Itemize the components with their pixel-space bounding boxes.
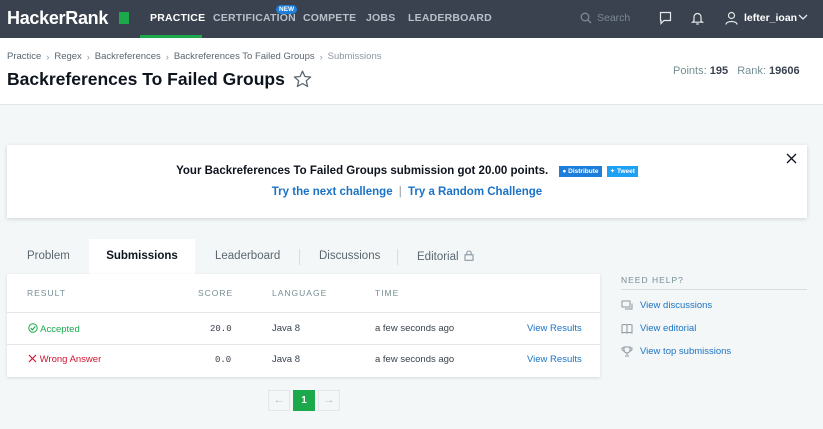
tab-divider xyxy=(299,249,300,265)
result-accepted: Accepted xyxy=(28,323,80,335)
facebook-share-button[interactable]: ● Distribute xyxy=(559,166,602,177)
submission-result-banner: Your Backreferences To Failed Groups sub… xyxy=(7,145,807,218)
table-divider xyxy=(7,344,600,345)
chevron-down-icon[interactable] xyxy=(798,13,808,21)
nav-leaderboard[interactable]: LEADERBOARD xyxy=(408,12,492,24)
messages-icon[interactable] xyxy=(659,11,672,25)
breadcrumb-regex[interactable]: Regex xyxy=(54,51,81,62)
tab-divider xyxy=(397,249,398,265)
column-header-time: TIME xyxy=(375,288,400,298)
notifications-bell-icon[interactable] xyxy=(691,11,704,25)
breadcrumb-submissions: Submissions xyxy=(327,51,382,62)
view-editorial-link[interactable]: View editorial xyxy=(621,323,696,334)
bookmark-star-icon[interactable] xyxy=(293,70,312,88)
chevron-right-icon: › xyxy=(319,51,323,62)
need-help-heading: NEED HELP? xyxy=(621,275,684,285)
result-label: Wrong Answer xyxy=(39,354,102,365)
close-icon[interactable] xyxy=(786,153,797,164)
points-value: 195 xyxy=(709,65,729,77)
view-discussions-link[interactable]: View discussions xyxy=(621,300,712,311)
help-divider xyxy=(621,289,807,290)
nav-jobs[interactable]: JOBS xyxy=(366,12,395,24)
username[interactable]: lefter_ioan xyxy=(744,12,797,24)
table-divider xyxy=(7,312,600,313)
result-label: Accepted xyxy=(40,324,80,335)
challenge-header: Practice › Regex › Backreferences › Back… xyxy=(0,38,823,105)
result-wrong-answer: Wrong Answer xyxy=(28,354,101,365)
tab-editorial[interactable]: Editorial xyxy=(417,239,474,274)
view-top-submissions-link[interactable]: View top submissions xyxy=(621,346,731,357)
top-navbar: HackerRank PRACTICE CERTIFICATION NEW CO… xyxy=(0,0,823,38)
rank-label: Rank: xyxy=(737,65,766,77)
random-challenge-link[interactable]: Try a Random Challenge xyxy=(408,186,542,198)
column-header-result: RESULT xyxy=(27,288,66,298)
tab-editorial-label: Editorial xyxy=(417,251,459,263)
breadcrumb-challenge[interactable]: Backreferences To Failed Groups xyxy=(174,51,315,62)
share-buttons: ● Distribute ✦ Tweet xyxy=(557,164,638,177)
logo-mark xyxy=(119,12,129,24)
twitter-share-button[interactable]: ✦ Tweet xyxy=(606,166,638,177)
nav-practice[interactable]: PRACTICE xyxy=(150,12,205,24)
language-value: Java 8 xyxy=(272,323,300,334)
column-header-score: SCORE xyxy=(198,288,234,298)
twitter-share-label: Tweet xyxy=(616,168,635,175)
language-value: Java 8 xyxy=(272,354,300,365)
score-value: 0.0 xyxy=(215,355,232,365)
breadcrumb: Practice › Regex › Backreferences › Back… xyxy=(7,51,381,62)
points-rank: Points: 195 Rank: 19606 xyxy=(673,65,800,77)
check-circle-icon xyxy=(28,323,38,333)
rank-value: 19606 xyxy=(769,65,800,77)
nav-compete[interactable]: COMPETE xyxy=(303,12,356,24)
tab-discussions[interactable]: Discussions xyxy=(319,239,380,274)
help-link-label: View editorial xyxy=(640,323,697,334)
column-header-language: LANGUAGE xyxy=(272,288,328,298)
chevron-right-icon: › xyxy=(86,51,90,62)
new-badge: NEW xyxy=(276,5,298,14)
pagination-prev-button[interactable]: ← xyxy=(268,390,290,411)
tab-leaderboard[interactable]: Leaderboard xyxy=(215,239,280,274)
hackerrank-logo[interactable]: HackerRank xyxy=(7,8,108,29)
pagination-next-button[interactable]: → xyxy=(318,390,340,411)
banner-message: Your Backreferences To Failed Groups sub… xyxy=(176,165,549,177)
tab-problem[interactable]: Problem xyxy=(27,239,70,274)
banner-links: Try the next challenge | Try a Random Ch… xyxy=(7,186,807,198)
view-results-link[interactable]: View Results xyxy=(527,323,582,334)
score-value: 20.0 xyxy=(210,324,232,334)
time-value: a few seconds ago xyxy=(375,354,455,365)
page-title: Backreferences To Failed Groups xyxy=(7,69,285,89)
points-label: Points: xyxy=(673,65,707,77)
lock-icon xyxy=(464,250,474,261)
breadcrumb-practice[interactable]: Practice xyxy=(7,51,41,62)
pagination-page-1[interactable]: 1 xyxy=(293,390,315,411)
link-separator: | xyxy=(398,186,402,198)
discussion-icon xyxy=(621,300,633,310)
chevron-right-icon: › xyxy=(46,51,50,62)
book-icon xyxy=(621,324,633,334)
time-value: a few seconds ago xyxy=(375,323,455,334)
facebook-share-label: Distribute xyxy=(568,168,599,175)
search-input[interactable]: Search xyxy=(597,12,630,24)
user-icon[interactable] xyxy=(725,11,738,25)
view-results-link[interactable]: View Results xyxy=(527,354,582,365)
search-icon[interactable] xyxy=(580,12,592,24)
breadcrumb-backreferences[interactable]: Backreferences xyxy=(95,51,161,62)
banner-message-row: Your Backreferences To Failed Groups sub… xyxy=(7,164,807,177)
help-link-label: View top submissions xyxy=(640,346,732,357)
help-link-label: View discussions xyxy=(640,300,713,311)
submissions-table: RESULT SCORE LANGUAGE TIME Accepted 20.0… xyxy=(7,274,600,377)
cross-icon xyxy=(28,354,37,363)
tab-submissions[interactable]: Submissions xyxy=(89,239,195,274)
chevron-right-icon: › xyxy=(165,51,169,62)
trophy-icon xyxy=(621,346,633,357)
next-challenge-link[interactable]: Try the next challenge xyxy=(272,186,393,198)
